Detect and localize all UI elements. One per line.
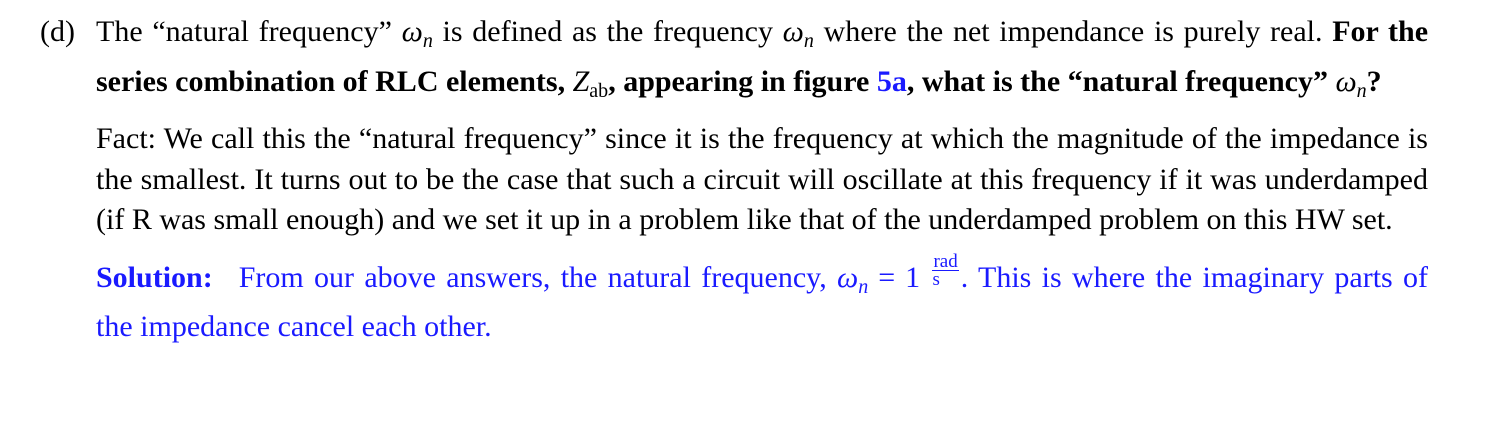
question-intro-before: The “natural frequency” [96,15,392,48]
problem-item-d: (d) The “natural frequency” ωn is define… [40,12,1430,348]
fact-paragraph: Fact: We call this the “natural frequenc… [96,122,1428,236]
item-content: The “natural frequency” ωn is defined as… [96,12,1428,348]
unit-denominator: s [932,268,940,290]
figure-reference-link[interactable]: 5a [877,65,907,98]
unit-fraction: rad s [932,250,959,290]
omega-n-symbol: ωn [782,15,814,52]
z-ab-symbol: Zab [572,64,609,102]
solution-text-before: From our above answers, the natural freq… [238,260,827,294]
omega-n-symbol: ωn [1335,64,1367,102]
item-label: (d) [40,15,75,48]
question-intro-after: where the net impendance is purely real. [823,15,1323,48]
unit-numerator: rad [932,250,959,272]
question-intro-mid: is defined as the frequency [442,15,773,48]
solution-value: 1 [905,260,921,294]
solution-paragraph: Solution: From our above answers, the nat… [96,250,1428,348]
solution-label: Solution: [96,260,213,294]
question-text: The “natural frequency” ωn is defined as… [96,12,1428,111]
omega-n-symbol: ωn [837,260,869,298]
omega-n-symbol: ωn [401,15,433,52]
equals-sign: = [878,260,896,294]
